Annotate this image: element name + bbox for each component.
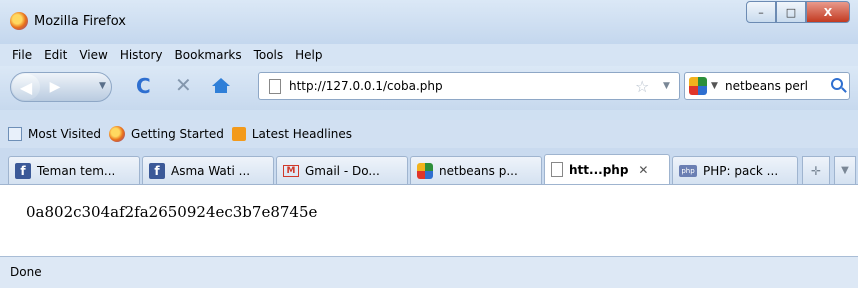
tab-label: Teman tem...: [37, 163, 116, 178]
maximize-button[interactable]: □: [776, 1, 806, 23]
most-visited-icon: [8, 127, 22, 141]
tab-close-icon[interactable]: ✕: [638, 163, 648, 177]
page-icon: [551, 162, 563, 177]
bookmark-label: Getting Started: [131, 127, 224, 141]
url-bar[interactable]: http://127.0.0.1/coba.php ☆ ▼: [258, 72, 680, 100]
rss-icon: [231, 127, 246, 141]
tab-active-coba[interactable]: htt...php ✕: [544, 154, 670, 184]
tab-label: PHP: pack ...: [703, 163, 779, 178]
php-icon: php: [679, 164, 697, 177]
tab-list-dropdown-icon[interactable]: ▼: [834, 156, 856, 184]
menu-tools[interactable]: Tools: [254, 48, 284, 62]
facebook-icon: f: [15, 162, 31, 179]
reload-button[interactable]: C: [136, 76, 151, 96]
menu-bookmarks[interactable]: Bookmarks: [175, 48, 242, 62]
bookmark-most-visited[interactable]: Most Visited: [8, 127, 101, 141]
minimize-button[interactable]: –: [746, 1, 776, 23]
status-text: Done: [10, 265, 42, 279]
window-title: Mozilla Firefox: [34, 14, 126, 29]
tab-netbeans[interactable]: netbeans p...: [410, 156, 542, 184]
new-tab-button[interactable]: ✛: [802, 156, 830, 184]
menu-history[interactable]: History: [120, 48, 163, 62]
tab-gmail[interactable]: M Gmail - Do...: [276, 156, 408, 184]
tab-php-pack[interactable]: php PHP: pack ...: [672, 156, 798, 184]
window-controls: – □ X: [746, 1, 850, 23]
back-button[interactable]: ◀: [12, 74, 40, 100]
forward-button[interactable]: ▶: [43, 77, 67, 97]
facebook-icon: f: [149, 162, 165, 179]
history-dropdown-icon[interactable]: ▼: [99, 81, 106, 91]
home-icon[interactable]: [212, 78, 230, 93]
bookmark-latest-headlines[interactable]: Latest Headlines: [231, 127, 353, 141]
close-button[interactable]: X: [806, 1, 850, 23]
browser-window: Mozilla Firefox – □ X File Edit View His…: [0, 0, 858, 288]
firefox-logo-icon: [10, 12, 28, 30]
page-output-text: 0a802c304af2fa2650924ec3b7e8745e: [26, 203, 318, 221]
google-icon: [417, 162, 433, 179]
bookmark-label: Most Visited: [28, 127, 102, 141]
tab-asma-wati[interactable]: f Asma Wati ...: [142, 156, 274, 184]
tab-teman[interactable]: f Teman tem...: [8, 156, 140, 184]
menu-view[interactable]: View: [79, 48, 107, 62]
stop-button[interactable]: ✕: [175, 75, 192, 95]
page-content: 0a802c304af2fa2650924ec3b7e8745e: [0, 184, 858, 256]
bookmark-label: Latest Headlines: [251, 127, 353, 141]
search-bar[interactable]: ▼ netbeans perl: [684, 72, 850, 100]
menu-edit[interactable]: Edit: [44, 48, 67, 62]
url-input[interactable]: http://127.0.0.1/coba.php: [289, 79, 443, 93]
status-bar: Done: [0, 256, 858, 288]
tab-strip: f Teman tem... f Asma Wati ... M Gmail -…: [0, 148, 858, 184]
bookmark-getting-started[interactable]: Getting Started: [109, 126, 224, 142]
menu-bar: File Edit View History Bookmarks Tools H…: [0, 44, 858, 66]
title-bar: Mozilla Firefox – □ X: [0, 0, 858, 44]
tab-label: Asma Wati ...: [171, 163, 251, 178]
search-input[interactable]: netbeans perl: [725, 79, 808, 93]
navigation-toolbar: ◀ ▶ ▼ C ✕ http://127.0.0.1/coba.php ☆ ▼ …: [0, 66, 858, 110]
firefox-icon: [109, 126, 126, 142]
url-dropdown-icon[interactable]: ▼: [663, 81, 670, 91]
page-icon: [269, 79, 281, 94]
search-engine-dropdown-icon[interactable]: ▼: [711, 81, 718, 91]
menu-help[interactable]: Help: [295, 48, 322, 62]
gmail-icon: M: [283, 164, 299, 177]
menu-file[interactable]: File: [12, 48, 32, 62]
bookmarks-toolbar: Most Visited Getting Started Latest Head…: [0, 120, 858, 148]
search-icon[interactable]: [831, 78, 843, 90]
tab-label: netbeans p...: [439, 163, 518, 178]
tab-label: htt...php: [569, 162, 629, 177]
tab-label: Gmail - Do...: [305, 163, 380, 178]
back-forward-group: ◀ ▶ ▼: [10, 72, 112, 102]
google-search-engine-icon[interactable]: [689, 77, 707, 95]
bookmark-star-icon[interactable]: ☆: [635, 77, 649, 96]
